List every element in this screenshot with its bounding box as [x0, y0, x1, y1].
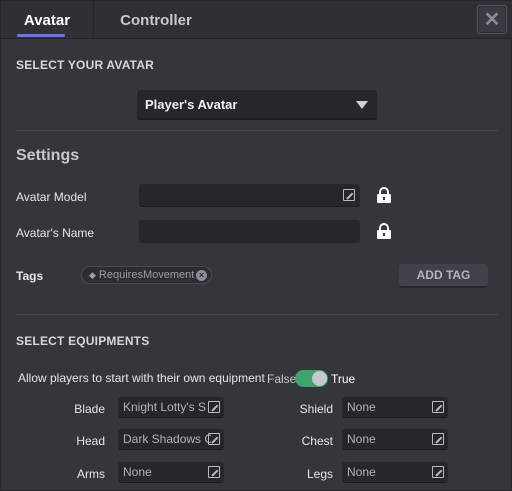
edit-icon[interactable]	[432, 433, 444, 445]
arms-value: None	[123, 465, 152, 479]
tab-controller[interactable]: Controller	[94, 1, 218, 39]
shield-label: Shield	[299, 402, 333, 416]
tab-avatar-label: Avatar	[23, 11, 71, 29]
edit-icon[interactable]	[432, 466, 444, 478]
legs-label: Legs	[306, 467, 333, 481]
blade-label: Blade	[74, 402, 105, 416]
legs-value: None	[347, 465, 376, 479]
lock-icon[interactable]	[377, 223, 391, 239]
shield-value: None	[347, 400, 376, 414]
allow-own-equipment-toggle[interactable]	[295, 370, 328, 387]
remove-tag-icon[interactable]: ×	[196, 270, 207, 281]
chest-label: Chest	[301, 434, 333, 448]
divider	[16, 314, 498, 315]
select-avatar-heading: SELECT YOUR AVATAR	[16, 58, 155, 72]
settings-heading: Settings	[16, 147, 80, 164]
edit-icon[interactable]	[208, 466, 220, 478]
lock-icon[interactable]	[377, 187, 391, 203]
edit-icon[interactable]	[208, 401, 220, 413]
chest-field[interactable]: None	[342, 429, 448, 450]
avatar-model-label: Avatar Model	[16, 190, 87, 204]
avatar-dropdown[interactable]: Player's Avatar	[137, 90, 377, 120]
tag-icon: ◆	[89, 269, 96, 280]
head-value: Dark Shadows C	[123, 432, 211, 446]
tag-chip[interactable]: ◆ RequiresMovement ×	[81, 266, 212, 284]
close-icon: ✕	[483, 9, 501, 31]
avatar-dropdown-value: Player's Avatar	[145, 96, 238, 112]
toggle-knob	[312, 371, 327, 386]
tab-avatar[interactable]: Avatar	[1, 1, 93, 39]
head-field[interactable]: Dark Shadows C	[118, 429, 224, 450]
edit-icon[interactable]	[432, 401, 444, 413]
arms-field[interactable]: None	[118, 462, 224, 483]
allow-own-equipment-label: Allow players to start with their own eq…	[18, 371, 265, 385]
select-equipments-heading: SELECT EQUIPMENTS	[16, 334, 150, 348]
blade-value: Knight Lotty's S	[123, 400, 207, 414]
active-tab-indicator	[17, 34, 65, 37]
toggle-false-label: False	[267, 372, 297, 386]
chevron-down-icon	[356, 101, 368, 109]
shield-field[interactable]: None	[342, 397, 448, 418]
tags-label: Tags	[16, 269, 44, 283]
edit-icon[interactable]	[343, 189, 355, 201]
tab-bar: Avatar Controller ✕	[1, 1, 512, 39]
add-tag-button[interactable]: ADD TAG	[399, 264, 488, 288]
tab-controller-label: Controller	[120, 11, 192, 29]
legs-field[interactable]: None	[342, 462, 448, 483]
edit-icon[interactable]	[208, 433, 220, 445]
close-button[interactable]: ✕	[477, 5, 507, 34]
divider	[16, 130, 498, 131]
chest-value: None	[347, 432, 376, 446]
blade-field[interactable]: Knight Lotty's S	[118, 397, 224, 418]
avatar-settings-panel: Avatar Controller ✕ SELECT YOUR AVATAR P…	[0, 0, 512, 491]
head-label: Head	[76, 434, 105, 448]
avatar-name-field[interactable]	[139, 220, 360, 243]
tag-chip-label: RequiresMovement	[98, 269, 195, 281]
avatar-model-field[interactable]	[139, 184, 360, 207]
arms-label: Arms	[77, 467, 105, 481]
avatar-name-label: Avatar's Name	[16, 226, 95, 240]
toggle-true-label: True	[331, 372, 356, 386]
